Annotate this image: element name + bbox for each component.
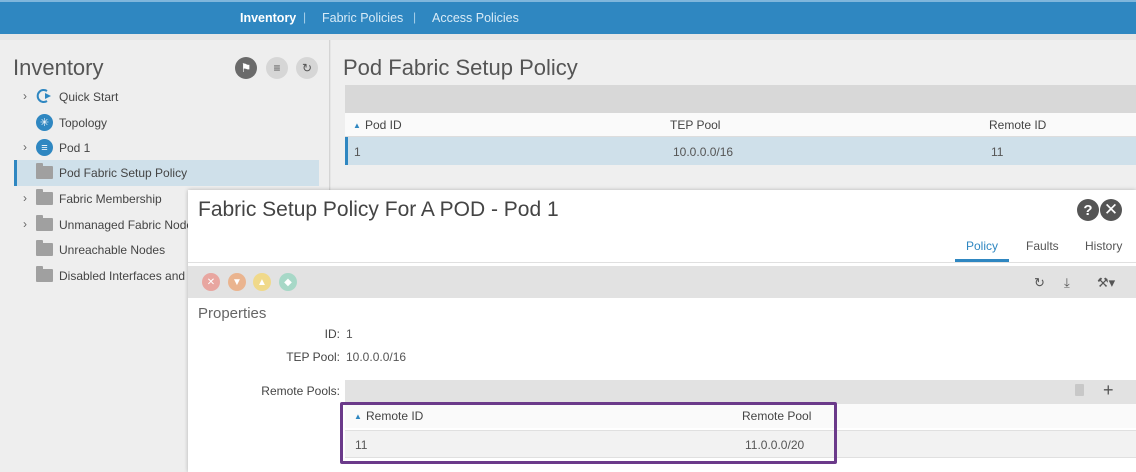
- trash-icon[interactable]: [1075, 384, 1084, 396]
- filter-list-icon[interactable]: ≡: [266, 57, 288, 79]
- panel-title: Inventory: [13, 55, 104, 80]
- dialog-title: Fabric Setup Policy For A POD - Pod 1: [198, 198, 559, 221]
- column-header-tep-pool[interactable]: TEP Pool: [670, 118, 720, 132]
- cell-tep-pool: 10.0.0.0/16: [673, 145, 734, 159]
- folder-icon: [36, 215, 54, 232]
- tree-label: Disabled Interfaces and D: [59, 269, 198, 283]
- policy-dialog: Fabric Setup Policy For A POD - Pod 1 ? …: [188, 190, 1136, 472]
- refresh-icon[interactable]: ↻: [1034, 275, 1045, 291]
- top-nav: Inventory | Fabric Policies | Access Pol…: [0, 0, 1136, 34]
- chevron-right-icon[interactable]: ›: [23, 89, 27, 103]
- tools-dropdown-icon[interactable]: ⚒▾: [1097, 275, 1115, 291]
- highlight-box: [340, 402, 837, 464]
- sort-asc-icon[interactable]: ▲: [353, 121, 361, 130]
- tab-faults[interactable]: Faults: [1026, 239, 1059, 253]
- tree-item-pod-fabric-setup-policy[interactable]: Pod Fabric Setup Policy: [14, 160, 319, 186]
- download-icon[interactable]: ⤓: [1064, 275, 1070, 291]
- refresh-icon[interactable]: ↻: [296, 57, 318, 79]
- remote-pools-label: Remote Pools:: [261, 384, 340, 398]
- tab-policy[interactable]: Policy: [966, 239, 998, 253]
- cell-pod-id: 1: [354, 145, 361, 159]
- folder-icon: [36, 189, 54, 206]
- table-header: ▲ Pod ID TEP Pool Remote ID: [345, 113, 1136, 137]
- tree-label: Quick Start: [59, 90, 119, 104]
- tree-label: Pod 1: [59, 141, 91, 155]
- major-fault-icon[interactable]: ▼: [228, 273, 246, 291]
- help-icon[interactable]: ?: [1077, 199, 1099, 221]
- tag-icon[interactable]: ⚑: [235, 57, 257, 79]
- id-label: ID:: [324, 327, 340, 341]
- remote-pools-toolbar: +: [345, 380, 1136, 404]
- critical-fault-icon[interactable]: ✕: [202, 273, 220, 291]
- warning-fault-icon[interactable]: ◆: [279, 273, 297, 291]
- column-header-remote-id[interactable]: Remote ID: [989, 118, 1046, 132]
- tep-pool-label: TEP Pool:: [286, 350, 340, 364]
- id-value: 1: [346, 327, 353, 341]
- tep-pool-value: 10.0.0.0/16: [346, 350, 407, 364]
- chevron-right-icon[interactable]: ›: [23, 191, 27, 205]
- minor-fault-icon[interactable]: ▲: [253, 273, 271, 291]
- folder-icon: [36, 163, 54, 180]
- chevron-right-icon[interactable]: ›: [23, 140, 27, 154]
- page-title: Pod Fabric Setup Policy: [343, 55, 578, 80]
- dialog-toolbar: ✕ ▼ ▲ ◆ ↻ ⤓ ⚒▾: [188, 266, 1136, 298]
- pod-icon: ≡: [36, 139, 54, 156]
- nav-separator: |: [303, 10, 307, 24]
- nav-separator: |: [413, 10, 417, 24]
- cell-remote-id: 11: [991, 145, 1004, 159]
- tree-label: Unmanaged Fabric Node: [59, 218, 194, 232]
- add-icon[interactable]: +: [1103, 380, 1114, 401]
- column-header-pod-id[interactable]: Pod ID: [365, 118, 402, 132]
- tab-inventory[interactable]: Inventory: [240, 11, 296, 25]
- table-row[interactable]: 1 10.0.0.0/16 11: [345, 137, 1136, 165]
- tree-item-topology[interactable]: ✳ Topology: [0, 110, 330, 136]
- tree-label: Pod Fabric Setup Policy: [59, 166, 188, 180]
- quick-start-icon: [36, 88, 54, 104]
- tab-access-policies[interactable]: Access Policies: [432, 11, 519, 25]
- properties-heading: Properties: [198, 305, 267, 322]
- tree-label: Topology: [59, 116, 108, 130]
- tree-label: Fabric Membership: [59, 192, 162, 206]
- folder-icon: [36, 240, 54, 257]
- tree-item-pod-1[interactable]: › ≡ Pod 1: [0, 135, 330, 161]
- tree-item-quick-start[interactable]: › Quick Start: [0, 84, 330, 110]
- chevron-right-icon[interactable]: ›: [23, 217, 27, 231]
- tab-divider: [188, 262, 1136, 263]
- close-icon[interactable]: ✕: [1100, 199, 1122, 221]
- table-toolbar: [345, 85, 1136, 113]
- tab-history[interactable]: History: [1085, 239, 1122, 253]
- topology-icon: ✳: [36, 114, 54, 131]
- tree-label: Unreachable Nodes: [59, 243, 166, 257]
- tab-fabric-policies[interactable]: Fabric Policies: [322, 11, 403, 25]
- folder-icon: [36, 266, 54, 283]
